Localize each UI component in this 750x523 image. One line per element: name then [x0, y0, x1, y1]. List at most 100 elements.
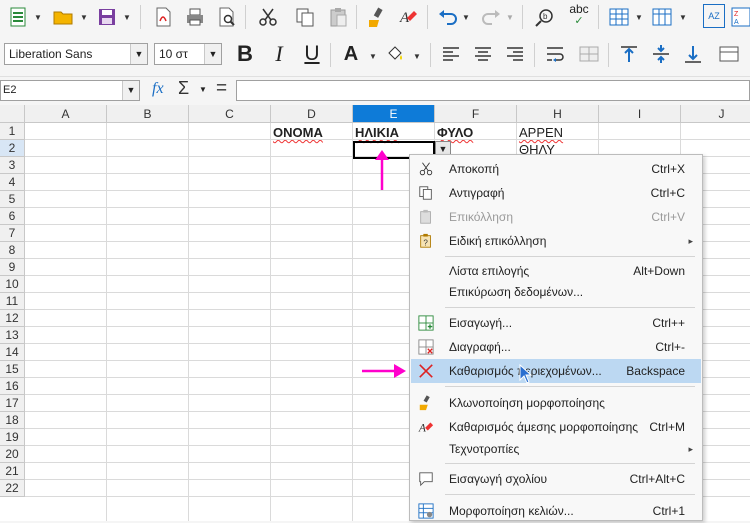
row-header[interactable]: 8 [0, 242, 25, 259]
row-header[interactable]: 18 [0, 412, 25, 429]
row-header[interactable]: 12 [0, 310, 25, 327]
row-header[interactable]: 5 [0, 191, 25, 208]
menu-item-format-cells[interactable]: Μορφοποίηση κελιών... Ctrl+1 [411, 499, 701, 523]
font-color-dropdown-icon[interactable]: ▼ [369, 52, 377, 61]
col-header-j[interactable]: J [681, 105, 750, 123]
bold-button[interactable]: B [232, 41, 258, 67]
name-box-dropdown-icon[interactable]: ▼ [122, 81, 139, 100]
new-spreadsheet-icon[interactable] [6, 4, 32, 30]
row-dropdown-icon[interactable]: ▼ [635, 13, 643, 22]
align-right-icon[interactable] [502, 41, 528, 67]
background-color-icon[interactable] [382, 41, 408, 67]
col-header-c[interactable]: C [189, 105, 271, 123]
align-center-icon[interactable] [470, 41, 496, 67]
row-header[interactable]: 22 [0, 480, 25, 497]
new-dropdown-icon[interactable]: ▼ [34, 13, 42, 22]
row-header[interactable]: 3 [0, 157, 25, 174]
menu-item-insert-comment[interactable]: Εισαγωγή σχολίου Ctrl+Alt+C [411, 467, 701, 491]
row-header[interactable]: 19 [0, 429, 25, 446]
copy-icon[interactable] [292, 4, 318, 30]
clone-formatting-icon[interactable] [364, 4, 390, 30]
menu-item-copy[interactable]: Αντιγραφή Ctrl+C [411, 181, 701, 205]
sort-icon[interactable]: AZ [703, 4, 725, 28]
formula-equals-icon[interactable]: = [216, 78, 227, 100]
undo-dropdown-icon[interactable]: ▼ [462, 13, 470, 22]
menu-item-clone-formatting[interactable]: Κλωνοποίηση μορφοποίησης [411, 391, 701, 415]
row-header[interactable]: 1 [0, 123, 25, 140]
menu-item-clear-direct-formatting[interactable]: A Καθαρισμός άμεσης μορφοποίησης Ctrl+M [411, 415, 701, 439]
row-header[interactable]: 21 [0, 463, 25, 480]
menu-item-styles[interactable]: Τεχνοτροπίες ▸ [411, 437, 701, 461]
export-pdf-icon[interactable] [150, 4, 176, 30]
row-header[interactable]: 11 [0, 293, 25, 310]
find-replace-icon[interactable]: b [532, 4, 558, 30]
row-header[interactable]: 4 [0, 174, 25, 191]
menu-item-insert[interactable]: Εισαγωγή... Ctrl++ [411, 311, 701, 335]
row-header[interactable]: 6 [0, 208, 25, 225]
print-icon[interactable] [182, 4, 208, 30]
col-header-b[interactable]: B [107, 105, 189, 123]
open-dropdown-icon[interactable]: ▼ [80, 13, 88, 22]
italic-button[interactable]: I [266, 41, 292, 67]
align-middle-icon[interactable] [648, 41, 674, 67]
font-name-box[interactable]: Liberation Sans ▼ [4, 43, 148, 65]
row-header[interactable]: 16 [0, 378, 25, 395]
font-size-box[interactable]: 10 στ ▼ [154, 43, 222, 65]
more-options-icon[interactable] [716, 41, 742, 67]
open-folder-icon[interactable] [50, 4, 76, 30]
menu-item-paste[interactable]: Επικόλληση Ctrl+V [411, 205, 701, 229]
menu-item-data-validation[interactable]: Επικύρωση δεδομένων... [411, 280, 701, 304]
spelling-icon[interactable]: abc ✓ [566, 2, 592, 28]
font-name-dropdown-icon[interactable]: ▼ [130, 44, 147, 64]
function-wizard-icon[interactable]: fx [152, 80, 164, 98]
name-box-value: E2 [3, 84, 17, 96]
font-size-dropdown-icon[interactable]: ▼ [204, 44, 221, 64]
col-header-a[interactable]: A [25, 105, 107, 123]
underline-button[interactable]: U [299, 41, 325, 67]
row-header[interactable]: 2 [0, 140, 25, 157]
col-header-e[interactable]: E [353, 105, 435, 123]
row-header[interactable]: 20 [0, 446, 25, 463]
name-box[interactable]: E2 ▼ [0, 80, 140, 101]
row-header[interactable]: 10 [0, 276, 25, 293]
formula-input[interactable] [236, 80, 750, 101]
row-header[interactable]: 17 [0, 395, 25, 412]
col-header-h[interactable]: H [517, 105, 599, 123]
font-color-button[interactable]: A [338, 41, 364, 67]
wrap-text-icon[interactable] [542, 41, 568, 67]
sort-descending-icon[interactable]: ZA [728, 4, 750, 30]
menu-item-paste-special[interactable]: ? Ειδική επικόλληση ▸ [411, 229, 701, 253]
column-dropdown-icon[interactable]: ▼ [679, 13, 687, 22]
cut-icon[interactable] [255, 4, 281, 30]
col-header-i[interactable]: I [599, 105, 681, 123]
print-preview-icon[interactable] [214, 4, 240, 30]
row-header[interactable]: 15 [0, 361, 25, 378]
align-left-icon[interactable] [438, 41, 464, 67]
row-header[interactable]: 9 [0, 259, 25, 276]
merge-cells-icon[interactable] [576, 41, 602, 67]
row-header[interactable]: 7 [0, 225, 25, 242]
menu-item-clear-contents[interactable]: Καθαρισμός περιεχομένων... Backspace [411, 359, 701, 384]
background-color-dropdown-icon[interactable]: ▼ [413, 52, 421, 61]
col-header-d[interactable]: D [271, 105, 353, 123]
save-dropdown-icon[interactable]: ▼ [123, 13, 131, 22]
undo-icon[interactable] [435, 4, 461, 30]
redo-dropdown-icon[interactable]: ▼ [506, 13, 514, 22]
col-header-f[interactable]: F [435, 105, 517, 123]
row-icon[interactable] [606, 4, 632, 30]
sum-icon[interactable]: Σ [178, 78, 189, 99]
clear-formatting-icon[interactable]: A [395, 4, 421, 30]
row-header[interactable]: 13 [0, 327, 25, 344]
sum-dropdown-icon[interactable]: ▼ [199, 85, 207, 94]
clear-contents-icon [417, 362, 435, 380]
column-icon[interactable] [649, 4, 675, 30]
redo-icon[interactable] [478, 4, 504, 30]
select-all-corner[interactable] [0, 105, 25, 123]
paste-icon[interactable] [325, 4, 351, 30]
row-header[interactable]: 14 [0, 344, 25, 361]
menu-item-cut[interactable]: Αποκοπή Ctrl+X [411, 157, 701, 181]
menu-item-delete[interactable]: Διαγραφή... Ctrl+- [411, 335, 701, 359]
align-bottom-icon[interactable] [680, 41, 706, 67]
align-top-icon[interactable] [616, 41, 642, 67]
save-icon[interactable] [94, 4, 120, 30]
